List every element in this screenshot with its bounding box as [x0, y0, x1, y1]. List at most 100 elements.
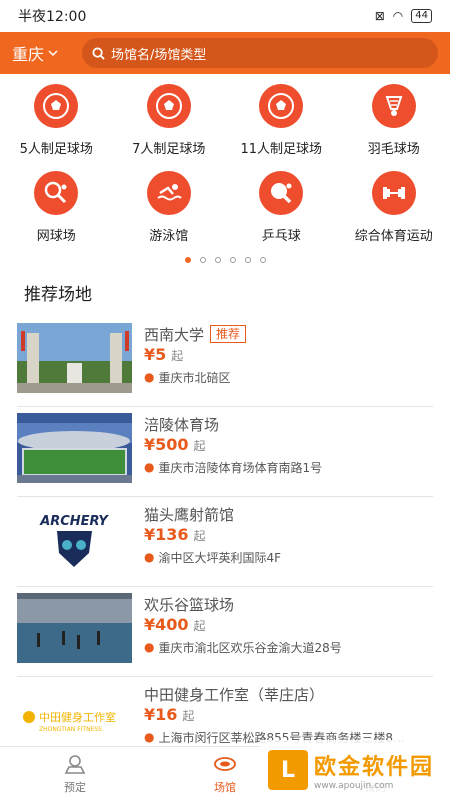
booking-icon — [64, 754, 86, 774]
watermark-title: 欧金软件园 — [314, 755, 435, 780]
tab-label: 预定 — [64, 780, 86, 794]
price-unit: 起 — [193, 619, 206, 633]
venue-name: 涪陵体育场 — [144, 415, 220, 434]
category-7-soccer[interactable]: 7人制足球场 — [113, 80, 226, 167]
dumbbell-icon — [371, 171, 416, 215]
category-5-soccer[interactable]: 5人制足球场 — [0, 80, 113, 167]
venue-name: 欢乐谷篮球场 — [144, 595, 235, 614]
price-unit: 起 — [193, 529, 206, 543]
venue-thumbnail: 中田健身工作室 ZHONGTIAN FITNESS — [17, 683, 132, 753]
venue-price-row: ¥16 起 — [144, 705, 433, 727]
page-dot[interactable] — [199, 257, 206, 263]
venue-info: 西南大学 推荐 ¥5 起 ● 重庆市北碚区 — [144, 323, 433, 406]
ping-pong-icon — [259, 171, 304, 215]
venue-item[interactable]: 欢乐谷篮球场 ¥400 起 ● 重庆市渝北区欢乐谷金渝大道28号 — [17, 587, 433, 677]
tab-label: 场馆 — [214, 780, 236, 794]
category-swimming[interactable]: 游泳馆 — [113, 167, 226, 254]
page-dot[interactable] — [214, 257, 221, 263]
city-label: 重庆 — [12, 45, 45, 64]
price-unit: 起 — [182, 709, 195, 723]
venue-price-row: ¥500 起 — [144, 435, 433, 457]
wifi-icon: ◠ — [392, 9, 404, 23]
sim-icon: ⊠ — [374, 9, 385, 23]
page-dot[interactable] — [184, 257, 191, 263]
venue-address-row: ● 重庆市涪陵体育场体育南路1号 — [144, 457, 433, 477]
venue-list: 西南大学 推荐 ¥5 起 ● 重庆市北碚区 涪陵体育场 ¥500 起 ● 重庆市… — [0, 317, 450, 767]
watermark: L 欧金软件园 www.apoujin.com — [260, 740, 450, 800]
page-dot[interactable] — [229, 257, 236, 263]
header: 重庆 场馆名/场馆类型 — [0, 32, 450, 74]
category-label: 网球场 — [36, 229, 76, 244]
section-title: 推荐场地 — [24, 285, 92, 305]
venue-info: 涪陵体育场 ¥500 起 ● 重庆市涪陵体育场体育南路1号 — [144, 413, 433, 496]
price-unit: 起 — [193, 439, 206, 453]
venue-price: ¥500 — [144, 435, 189, 454]
gym-logo-text: 中田健身工作室 — [39, 710, 116, 724]
venue-item[interactable]: 涪陵体育场 ¥500 起 ● 重庆市涪陵体育场体育南路1号 — [17, 407, 433, 497]
category-label: 5人制足球场 — [19, 142, 93, 157]
venue-thumbnail — [17, 323, 132, 393]
category-tennis[interactable]: 网球场 — [0, 167, 113, 254]
category-label: 乒乓球 — [261, 229, 301, 244]
venue-price-row: ¥136 起 — [144, 525, 433, 547]
category-label: 7人制足球场 — [132, 142, 206, 157]
archery-logo-text: ARCHERY — [39, 514, 109, 529]
page-indicator — [0, 254, 450, 266]
page-dot[interactable] — [259, 257, 266, 263]
location-pin-icon: ● — [144, 460, 155, 474]
venue-price: ¥5 — [144, 345, 167, 364]
category-label: 游泳馆 — [149, 229, 189, 244]
stadium-icon — [214, 756, 236, 771]
tab-booking[interactable]: 预定 — [0, 747, 150, 800]
soccer-ball-icon — [34, 84, 79, 128]
category-grid: 5人制足球场 7人制足球场 11人制足球场 羽毛球场 网球场 游泳馆 乒乓球 综… — [0, 74, 450, 254]
venue-price-row: ¥400 起 — [144, 615, 433, 637]
venue-address-row: ● 重庆市北碚区 — [144, 367, 433, 387]
category-label: 羽毛球场 — [367, 142, 420, 157]
venue-price: ¥136 — [144, 525, 189, 544]
venue-item[interactable]: 西南大学 推荐 ¥5 起 ● 重庆市北碚区 — [17, 317, 433, 407]
shuttlecock-icon — [371, 84, 416, 128]
tennis-icon — [34, 171, 79, 215]
recommend-badge: 推荐 — [210, 325, 247, 343]
swimming-icon — [146, 171, 191, 215]
chevron-down-icon — [48, 50, 58, 57]
watermark-url: www.apoujin.com — [314, 781, 394, 791]
category-general-sports[interactable]: 综合体育运动 — [338, 167, 450, 254]
venue-info: 欢乐谷篮球场 ¥400 起 ● 重庆市渝北区欢乐谷金渝大道28号 — [144, 593, 433, 676]
price-unit: 起 — [171, 349, 184, 363]
watermark-logo: L — [268, 750, 308, 790]
search-icon — [92, 46, 105, 60]
category-ping-pong[interactable]: 乒乓球 — [225, 167, 338, 254]
location-pin-icon: ● — [144, 370, 155, 384]
venue-name: 西南大学 — [144, 325, 205, 344]
venue-name-row: 欢乐谷篮球场 — [144, 593, 433, 615]
status-icons: ⊠ ◠ 44 — [375, 9, 432, 23]
search-input[interactable]: 场馆名/场馆类型 — [82, 38, 438, 68]
gym-logo-subtext: ZHONGTIAN FITNESS — [39, 726, 102, 733]
category-11-soccer[interactable]: 11人制足球场 — [225, 80, 338, 167]
category-badminton[interactable]: 羽毛球场 — [338, 80, 450, 167]
battery-icon: 44 — [411, 9, 432, 23]
watermark-text: 欧金软件园 www.apoujin.com — [314, 749, 434, 791]
venue-name: 猫头鹰射箭馆 — [144, 505, 235, 524]
venue-thumbnail: ARCHERY — [17, 503, 132, 573]
soccer-ball-icon — [146, 84, 191, 128]
venue-item[interactable]: ARCHERY 猫头鹰射箭馆 ¥136 起 ● 渝中区大坪英利国际4F — [17, 497, 433, 587]
venue-info: 猫头鹰射箭馆 ¥136 起 ● 渝中区大坪英利国际4F — [144, 503, 433, 586]
venue-name-row: 中田健身工作室（莘庄店） — [144, 683, 433, 705]
venue-name: 中田健身工作室（莘庄店） — [144, 685, 325, 704]
soccer-ball-icon — [259, 84, 304, 128]
page-dot[interactable] — [244, 257, 251, 263]
venue-price-row: ¥5 起 — [144, 345, 433, 367]
venue-address-row: ● 渝中区大坪英利国际4F — [144, 547, 433, 567]
location-pin-icon: ● — [144, 640, 155, 654]
venue-address: 重庆市北碚区 — [158, 370, 231, 385]
category-label: 综合体育运动 — [354, 229, 433, 244]
venue-name-row: 涪陵体育场 — [144, 413, 433, 435]
city-selector[interactable]: 重庆 — [12, 41, 70, 65]
venue-price: ¥16 — [144, 705, 178, 724]
status-time: 半夜12:00 — [18, 9, 87, 25]
search-placeholder: 场馆名/场馆类型 — [111, 47, 207, 63]
venue-address: 重庆市涪陵体育场体育南路1号 — [158, 460, 323, 475]
